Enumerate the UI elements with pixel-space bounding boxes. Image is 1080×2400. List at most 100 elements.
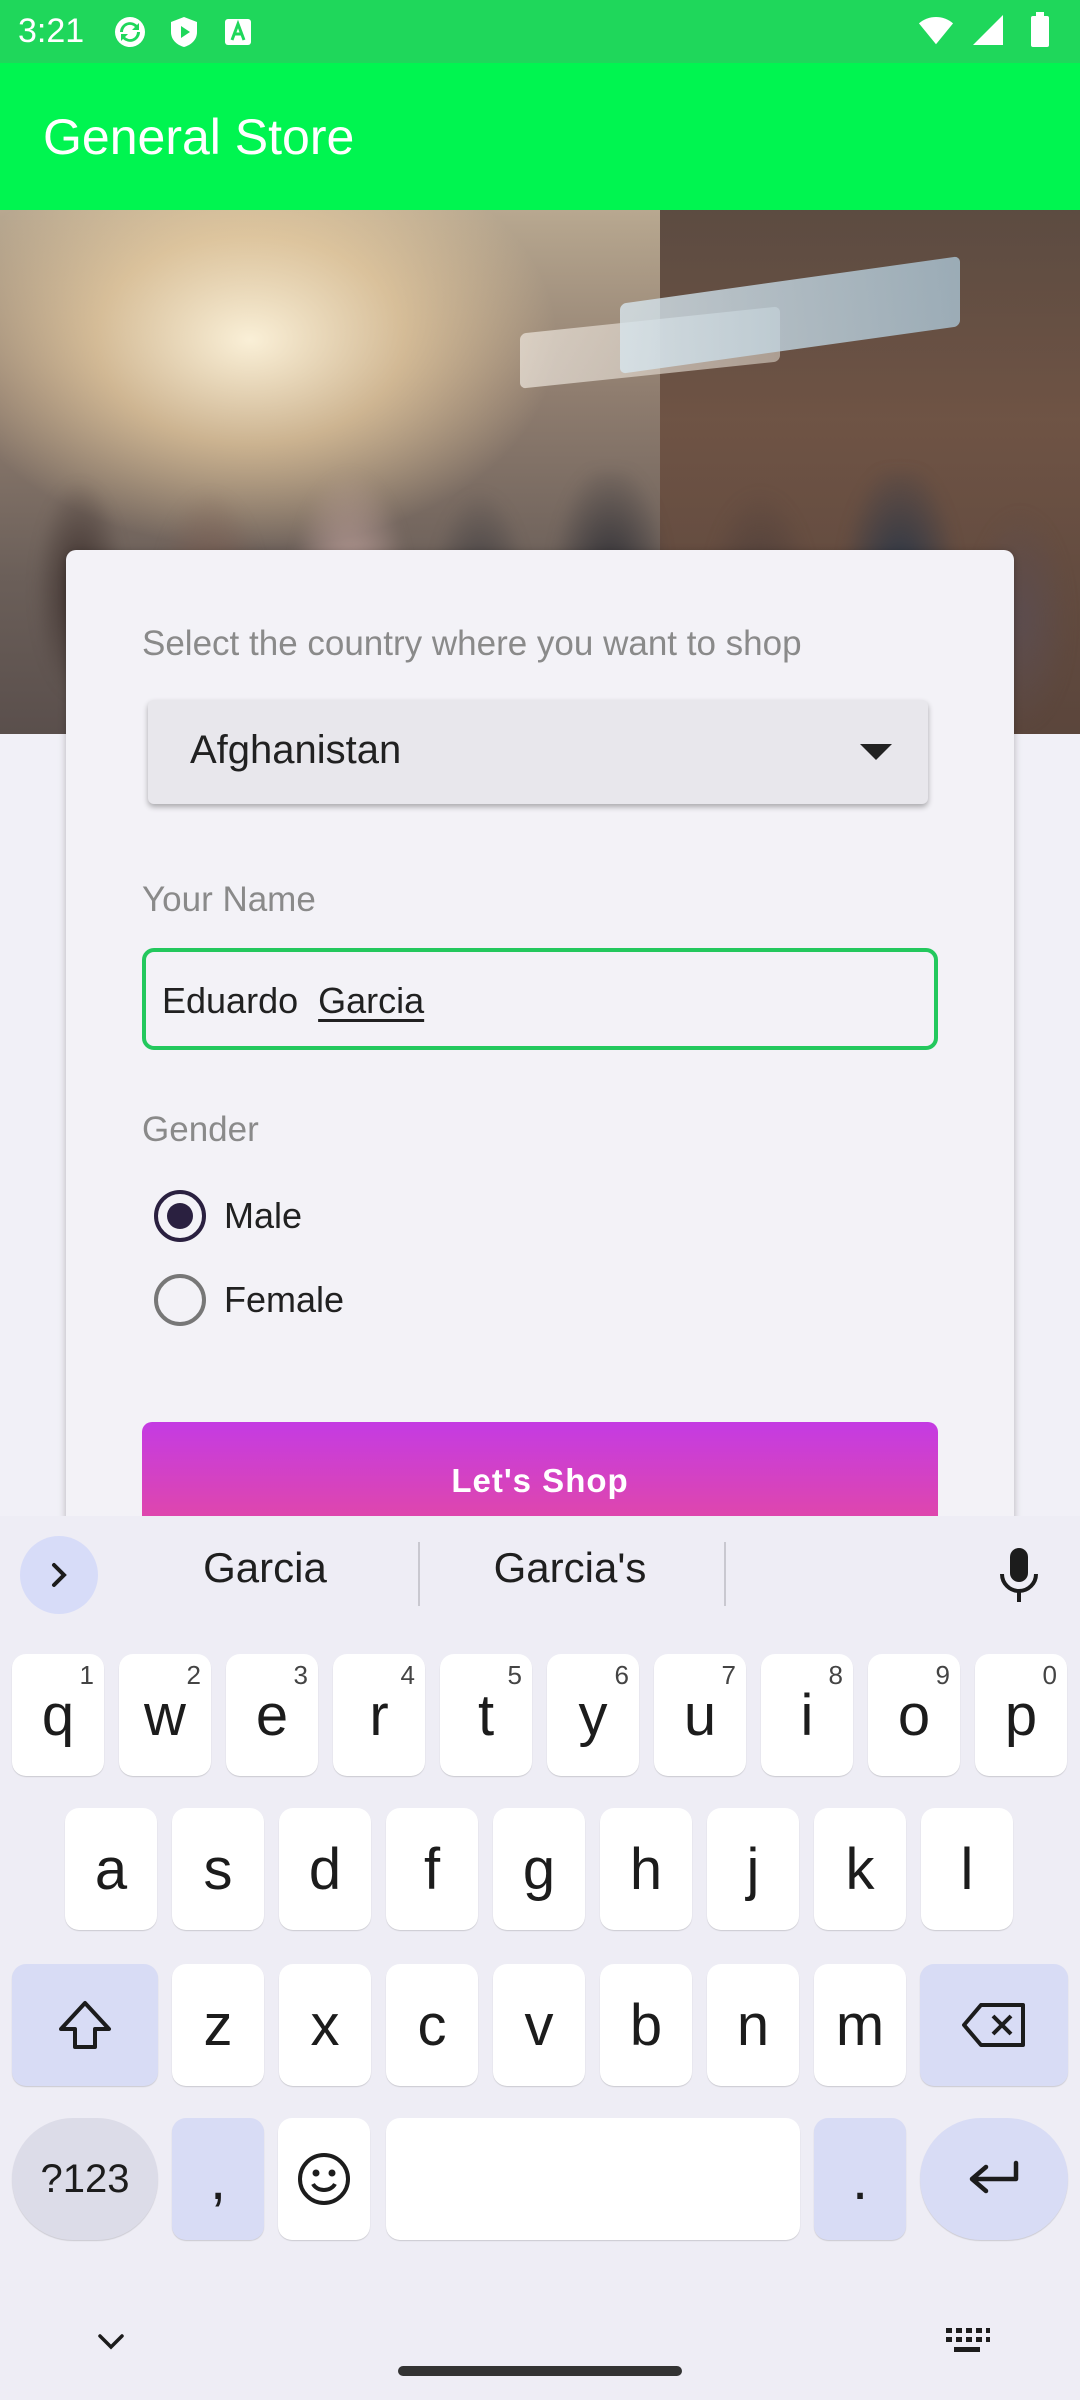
status-time: 3:21 <box>18 12 85 50</box>
key-u[interactable]: u7 <box>654 1654 746 1776</box>
key-label: h <box>629 1836 663 1902</box>
key-b[interactable]: b <box>600 1964 692 2086</box>
key-hint: 1 <box>79 1660 94 1690</box>
key-x[interactable]: x <box>279 1964 371 2086</box>
key-j[interactable]: j <box>707 1808 799 1930</box>
suggestion-divider <box>418 1542 420 1606</box>
gender-radio-male[interactable]: Male <box>154 1190 302 1242</box>
status-icons-left <box>112 14 256 50</box>
country-dropdown[interactable]: Afghanistan <box>148 700 928 804</box>
suggestion-bar: Garcia Garcia's <box>0 1516 1080 1634</box>
keyboard-switch-icon[interactable] <box>944 2326 990 2356</box>
key-v[interactable]: v <box>493 1964 585 2086</box>
key-label: m <box>835 1992 885 2058</box>
gender-radio-female[interactable]: Female <box>154 1274 344 1326</box>
suggestion-2[interactable]: Garcia's <box>440 1544 700 1592</box>
key-e[interactable]: e3 <box>226 1654 318 1776</box>
period-key[interactable]: . <box>814 2118 906 2240</box>
key-label: z <box>203 1992 233 2058</box>
key-hint: 4 <box>400 1660 415 1690</box>
country-value: Afghanistan <box>190 728 402 772</box>
soft-keyboard: Garcia Garcia's q1w2e3r4t5y6u7i8o9p0 asd… <box>0 1516 1080 2400</box>
key-k[interactable]: k <box>814 1808 906 1930</box>
key-label: o <box>897 1682 931 1748</box>
suggestion-divider <box>724 1542 726 1606</box>
key-m[interactable]: m <box>814 1964 906 2086</box>
key-w[interactable]: w2 <box>119 1654 211 1776</box>
microphone-icon[interactable] <box>994 1546 1044 1606</box>
key-hint: 7 <box>721 1660 736 1690</box>
dropdown-arrow-icon <box>860 744 892 760</box>
symbols-key[interactable]: ?123 <box>12 2118 158 2240</box>
symbols-key-label: ?123 <box>40 2156 130 2201</box>
key-hint: 5 <box>507 1660 522 1690</box>
key-d[interactable]: d <box>279 1808 371 1930</box>
suggestion-1[interactable]: Garcia <box>150 1544 380 1592</box>
key-n[interactable]: n <box>707 1964 799 2086</box>
key-g[interactable]: g <box>493 1808 585 1930</box>
key-i[interactable]: i8 <box>761 1654 853 1776</box>
key-label: x <box>310 1992 340 2058</box>
key-label: u <box>683 1682 717 1748</box>
app-title: General Store <box>43 109 355 165</box>
name-first: Eduardo <box>162 980 299 1021</box>
key-label: s <box>203 1836 233 1902</box>
key-hint: 6 <box>614 1660 629 1690</box>
key-r[interactable]: r4 <box>333 1654 425 1776</box>
comma-key-label: , <box>209 2146 227 2212</box>
key-h[interactable]: h <box>600 1808 692 1930</box>
key-c[interactable]: c <box>386 1964 478 2086</box>
key-label: k <box>845 1836 875 1902</box>
emoji-icon <box>298 2153 350 2205</box>
key-label: p <box>1004 1682 1038 1748</box>
backspace-key[interactable] <box>920 1964 1068 2086</box>
chevron-right-icon <box>52 1563 67 1587</box>
signal-icon <box>970 12 1006 48</box>
radio-unchecked-icon <box>154 1274 206 1326</box>
key-label: g <box>522 1836 556 1902</box>
hide-keyboard-icon[interactable] <box>96 2326 126 2356</box>
key-label: r <box>369 1682 389 1748</box>
key-label: j <box>746 1836 760 1902</box>
status-bar: 3:21 <box>0 0 1080 63</box>
key-label: y <box>578 1682 608 1748</box>
key-label: w <box>144 1682 186 1748</box>
comma-key[interactable]: , <box>172 2118 264 2240</box>
key-label: d <box>308 1836 342 1902</box>
key-label: c <box>417 1992 447 2058</box>
key-t[interactable]: t5 <box>440 1654 532 1776</box>
key-label: i <box>800 1682 814 1748</box>
key-label: v <box>524 1992 554 2058</box>
key-hint: 2 <box>186 1660 201 1690</box>
shift-icon <box>59 2001 111 2049</box>
key-label: e <box>255 1682 289 1748</box>
key-hint: 0 <box>1042 1660 1057 1690</box>
shield-play-icon <box>166 14 202 50</box>
name-input-value: Eduardo Garcia <box>162 980 424 1022</box>
radio-checked-icon <box>154 1190 206 1242</box>
emoji-key[interactable] <box>278 2118 370 2240</box>
key-label: f <box>423 1836 441 1902</box>
home-gesture-bar[interactable] <box>398 2366 682 2376</box>
name-label: Your Name <box>142 880 316 919</box>
key-s[interactable]: s <box>172 1808 264 1930</box>
key-l[interactable]: l <box>921 1808 1013 1930</box>
key-a[interactable]: a <box>65 1808 157 1930</box>
key-y[interactable]: y6 <box>547 1654 639 1776</box>
space-key[interactable] <box>386 2118 800 2240</box>
key-o[interactable]: o9 <box>868 1654 960 1776</box>
enter-key[interactable] <box>920 2118 1068 2240</box>
key-q[interactable]: q1 <box>12 1654 104 1776</box>
key-f[interactable]: f <box>386 1808 478 1930</box>
key-z[interactable]: z <box>172 1964 264 2086</box>
key-hint: 8 <box>828 1660 843 1690</box>
gender-label: Gender <box>142 1110 259 1149</box>
key-label: l <box>960 1836 974 1902</box>
name-input[interactable]: Eduardo Garcia <box>142 948 938 1050</box>
app-bar: General Store <box>0 63 1080 210</box>
key-label: b <box>629 1992 663 2058</box>
country-label: Select the country where you want to sho… <box>142 624 802 663</box>
key-p[interactable]: p0 <box>975 1654 1067 1776</box>
expand-toolbar-button[interactable] <box>20 1536 98 1614</box>
shift-key[interactable] <box>12 1964 158 2086</box>
